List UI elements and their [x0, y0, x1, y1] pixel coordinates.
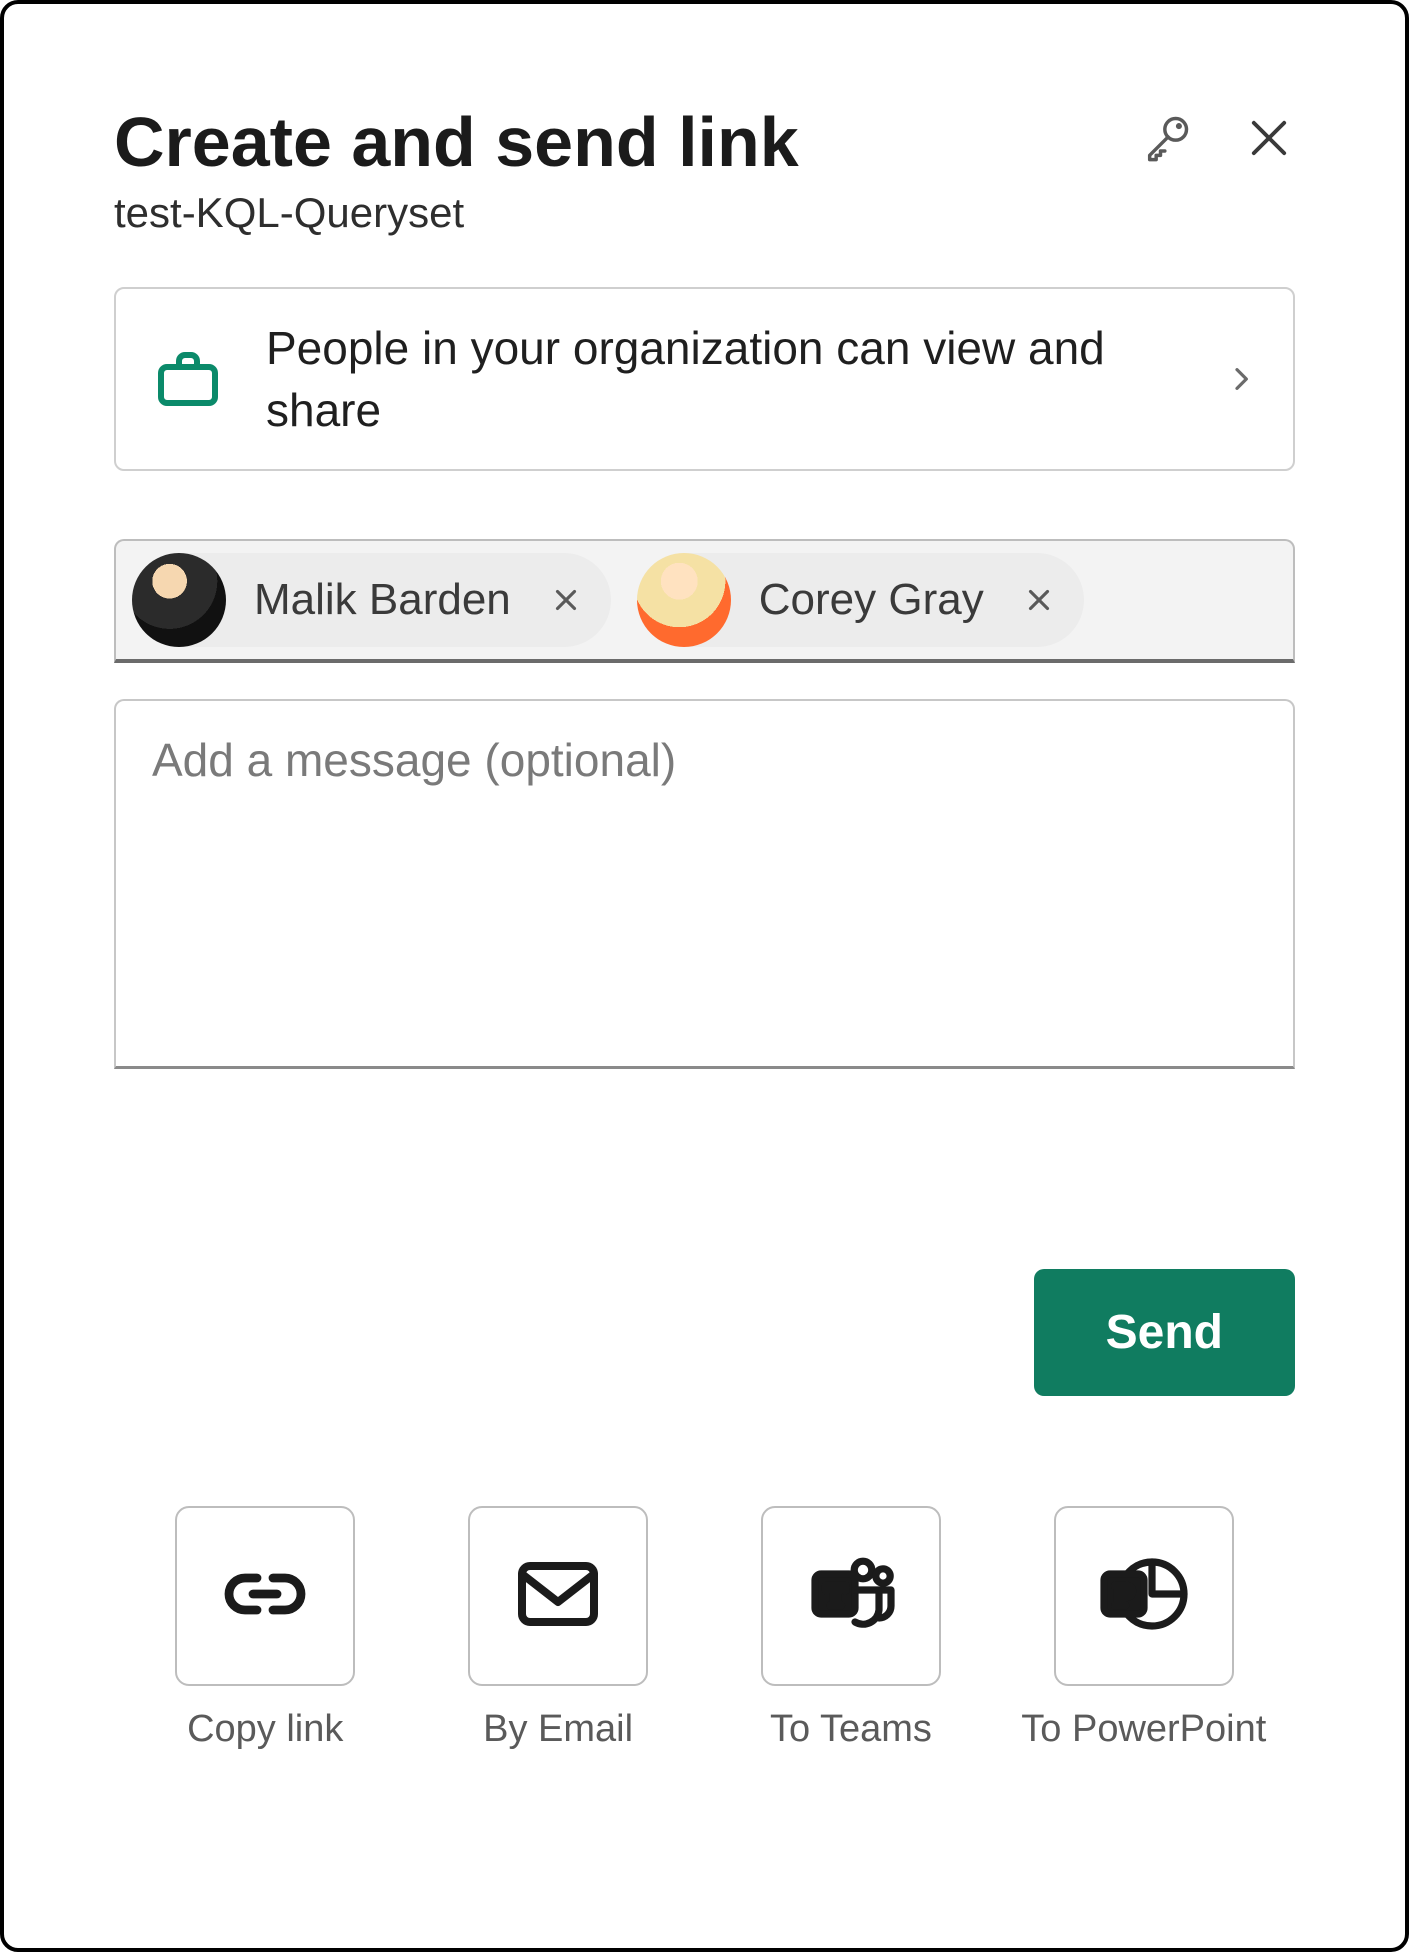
share-option-powerpoint: P To PowerPoint [1013, 1506, 1275, 1751]
teams-button[interactable]: T [761, 1506, 941, 1686]
share-option-email: By Email [427, 1506, 689, 1751]
link-icon [217, 1546, 313, 1647]
share-dialog: Create and send link test-KQL-Queryset [0, 0, 1409, 1952]
share-option-teams: T To Teams [720, 1506, 982, 1751]
copy-link-button[interactable] [175, 1506, 355, 1686]
avatar [132, 553, 226, 647]
send-button[interactable]: Send [1034, 1269, 1295, 1396]
message-input[interactable] [114, 699, 1295, 1069]
share-label: To PowerPoint [1021, 1708, 1266, 1751]
key-icon[interactable] [1141, 112, 1193, 164]
share-label: To Teams [770, 1708, 932, 1751]
header-actions [1141, 112, 1295, 164]
close-icon[interactable] [1243, 112, 1295, 164]
send-row: Send [114, 1269, 1295, 1396]
dialog-header: Create and send link test-KQL-Queryset [114, 104, 1295, 237]
teams-icon: T [803, 1546, 899, 1647]
dialog-subtitle: test-KQL-Queryset [114, 189, 1141, 237]
remove-person-icon[interactable] [1022, 583, 1056, 617]
share-option-copy-link: Copy link [134, 1506, 396, 1751]
people-input[interactable]: Malik Barden Corey Gray [114, 539, 1295, 663]
powerpoint-button[interactable]: P [1054, 1506, 1234, 1686]
title-block: Create and send link test-KQL-Queryset [114, 104, 1141, 237]
share-label: By Email [483, 1708, 633, 1751]
email-button[interactable] [468, 1506, 648, 1686]
share-options-row: Copy link By Email T [114, 1506, 1295, 1751]
people-chip: Malik Barden [132, 553, 611, 647]
chevron-right-icon [1225, 363, 1257, 395]
avatar [637, 553, 731, 647]
briefcase-icon [152, 343, 224, 415]
dialog-title: Create and send link [114, 104, 1141, 181]
svg-text:T: T [825, 1577, 846, 1613]
chip-name: Malik Barden [254, 575, 511, 625]
mail-icon [510, 1546, 606, 1647]
powerpoint-icon: P [1096, 1546, 1192, 1647]
svg-text:P: P [1114, 1577, 1134, 1613]
share-label: Copy link [187, 1708, 343, 1751]
permission-selector[interactable]: People in your organization can view and… [114, 287, 1295, 471]
people-chip: Corey Gray [637, 553, 1084, 647]
remove-person-icon[interactable] [549, 583, 583, 617]
chip-name: Corey Gray [759, 575, 984, 625]
permission-text: People in your organization can view and… [266, 317, 1183, 441]
